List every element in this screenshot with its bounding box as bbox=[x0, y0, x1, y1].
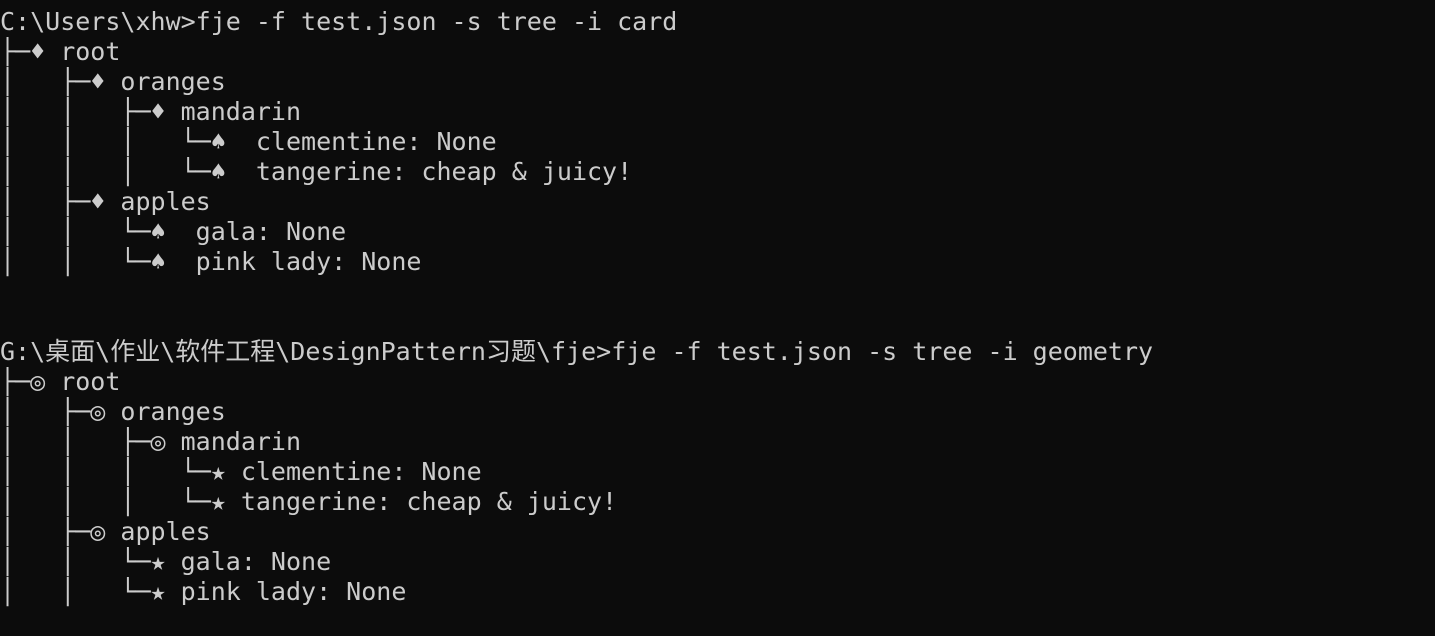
command-text: fje -f test.json -s tree -i geometry bbox=[611, 337, 1154, 366]
prompt: C:\Users\xhw> bbox=[0, 7, 196, 36]
output-line: ├─♦ root bbox=[0, 37, 121, 66]
output-line: │ │ │ └─★ clementine: None bbox=[0, 457, 482, 486]
command-text: fje -f test.json -s tree -i card bbox=[195, 7, 678, 36]
command-line-1: C:\Users\xhw>fje -f test.json -s tree -i… bbox=[0, 7, 1435, 37]
output-line: │ │ ├─◎ mandarin bbox=[0, 427, 302, 456]
output-line: │ │ └─★ gala: None bbox=[0, 547, 332, 576]
output-line: │ │ │ └─♠ tangerine: cheap & juicy! bbox=[0, 157, 633, 186]
output-line: ├─◎ root bbox=[0, 367, 121, 396]
command-line-2: G:\桌面\作业\软件工程\DesignPattern习题\fje>fje -f… bbox=[0, 337, 1435, 367]
output-line: │ ├─◎ apples bbox=[0, 517, 211, 546]
output-line: │ │ │ └─★ tangerine: cheap & juicy! bbox=[0, 487, 618, 516]
terminal-window[interactable]: C:\Users\xhw>fje -f test.json -s tree -i… bbox=[0, 0, 1435, 636]
prompt: G:\桌面\作业\软件工程\DesignPattern习题\fje> bbox=[0, 337, 612, 366]
output-line: │ ├─♦ apples bbox=[0, 187, 211, 216]
output-line: │ │ ├─♦ mandarin bbox=[0, 97, 302, 126]
output-line: │ ├─♦ oranges bbox=[0, 67, 226, 96]
output-line: │ │ └─♠ pink lady: None bbox=[0, 247, 422, 276]
output-line: │ ├─◎ oranges bbox=[0, 397, 226, 426]
output-line: │ │ └─★ pink lady: None bbox=[0, 577, 407, 606]
output-line: │ │ └─♠ gala: None bbox=[0, 217, 347, 246]
output-line: │ │ │ └─♠ clementine: None bbox=[0, 127, 497, 156]
